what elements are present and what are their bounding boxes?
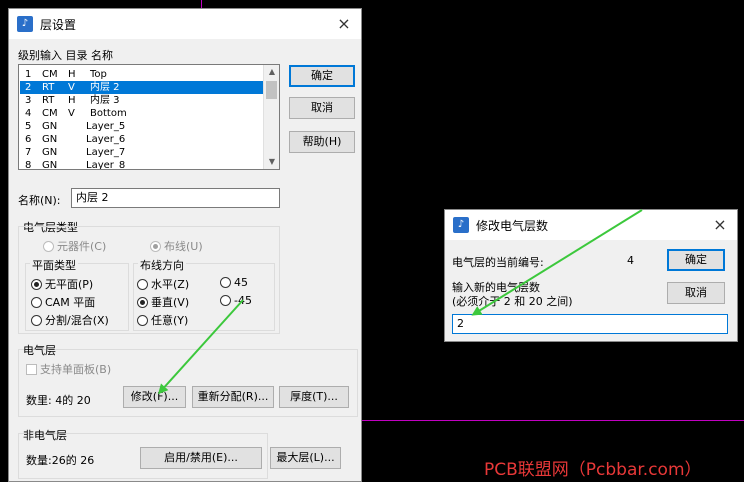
layer-list[interactable]: 1 CM H Top 2 RT V 内层 2 3 RT H 内层 3 4 CM V Bottom 5 GN… [18, 64, 280, 170]
diag-45-radio[interactable]: 45 [220, 276, 248, 289]
max-layers-button[interactable]: 最大层(L)... [270, 447, 341, 469]
modify-button[interactable]: 修改(F)... [123, 386, 186, 408]
routing-dir-label: 布线方向 [138, 257, 186, 273]
titlebar: ♪ 修改电气层数 × [445, 210, 737, 240]
list-item[interactable]: 6 GN Layer_6 [20, 133, 264, 146]
single-sided-checkbox[interactable]: 支持单面板(B) [26, 361, 111, 377]
horizontal-radio[interactable]: 水平(Z) [137, 276, 189, 292]
enable-disable-button[interactable]: 启用/禁用(E)... [140, 447, 262, 469]
plane-type-label: 平面类型 [30, 257, 78, 273]
new-count-input[interactable]: 2 [452, 314, 728, 334]
layer-setup-dialog: ♪ 层设置 × 级别输入 目录 名称 1 CM H Top 2 RT V 内层 2 3 RT H… [8, 8, 362, 482]
diag-minus45-radio[interactable]: -45 [220, 294, 252, 307]
no-plane-radio[interactable]: 无平面(P) [31, 276, 93, 292]
watermark: PCB联盟网（Pcbbar.com） [484, 460, 702, 480]
close-icon[interactable]: × [711, 216, 729, 234]
board-guide-horizontal [362, 420, 744, 421]
thickness-button[interactable]: 厚度(T)... [279, 386, 349, 408]
modify-layer-count-dialog: ♪ 修改电气层数 × 电气层的当前编号: 4 输入新的电气层数 (必须介于 2 … [444, 209, 738, 342]
scroll-down-icon[interactable]: ▼ [264, 155, 279, 169]
app-icon: ♪ [453, 217, 469, 233]
cancel-button[interactable]: 取消 [289, 97, 355, 119]
nonelec-layers-label: 非电气层 [23, 429, 67, 442]
app-icon: ♪ [17, 16, 33, 32]
list-item[interactable]: 5 GN Layer_5 [20, 120, 264, 133]
nonelec-layer-count: 数量:26的 26 [26, 454, 95, 467]
titlebar: ♪ 层设置 × [9, 9, 361, 39]
routing-radio[interactable]: 布线(U) [150, 238, 203, 254]
layer-name-input[interactable]: 内层 2 [71, 188, 280, 208]
cancel-button[interactable]: 取消 [667, 282, 725, 304]
close-icon[interactable]: × [335, 15, 353, 33]
scroll-thumb[interactable] [266, 81, 277, 99]
dialog-title: 层设置 [40, 17, 77, 32]
any-radio[interactable]: 任意(Y) [137, 312, 188, 328]
elec-layer-count: 数里: 4的 20 [26, 394, 91, 407]
scroll-up-icon[interactable]: ▲ [264, 65, 279, 79]
list-item[interactable]: 4 CM V Bottom [20, 107, 264, 120]
current-count-value: 4 [627, 254, 634, 267]
list-item[interactable]: 1 CM H Top [20, 68, 264, 81]
elec-layers-label: 电气层 [23, 344, 56, 357]
reassign-button[interactable]: 重新分配(R)... [192, 386, 274, 408]
list-item[interactable]: 8 GN Layer_8 [20, 159, 264, 169]
component-radio[interactable]: 元器件(C) [43, 238, 106, 254]
ok-button[interactable]: 确定 [289, 65, 355, 87]
help-button[interactable]: 帮助(H) [289, 131, 355, 153]
board-guide-vertical [201, 0, 202, 8]
range-hint: (必须介于 2 和 20 之间) [452, 295, 573, 308]
split-mixed-radio[interactable]: 分割/混合(X) [31, 312, 109, 328]
ok-button[interactable]: 确定 [667, 249, 725, 271]
list-item-selected[interactable]: 2 RT V 内层 2 [20, 81, 264, 94]
dialog-title: 修改电气层数 [476, 218, 549, 233]
name-label: 名称(N): [18, 194, 61, 207]
current-count-label: 电气层的当前编号: [452, 256, 544, 269]
list-item[interactable]: 3 RT H 内层 3 [20, 94, 264, 107]
list-header: 级别输入 目录 名称 [18, 49, 113, 62]
list-scrollbar[interactable]: ▲ ▼ [263, 65, 279, 169]
vertical-radio[interactable]: 垂直(V) [137, 294, 189, 310]
list-item[interactable]: 7 GN Layer_7 [20, 146, 264, 159]
cam-plane-radio[interactable]: CAM 平面 [31, 294, 95, 310]
